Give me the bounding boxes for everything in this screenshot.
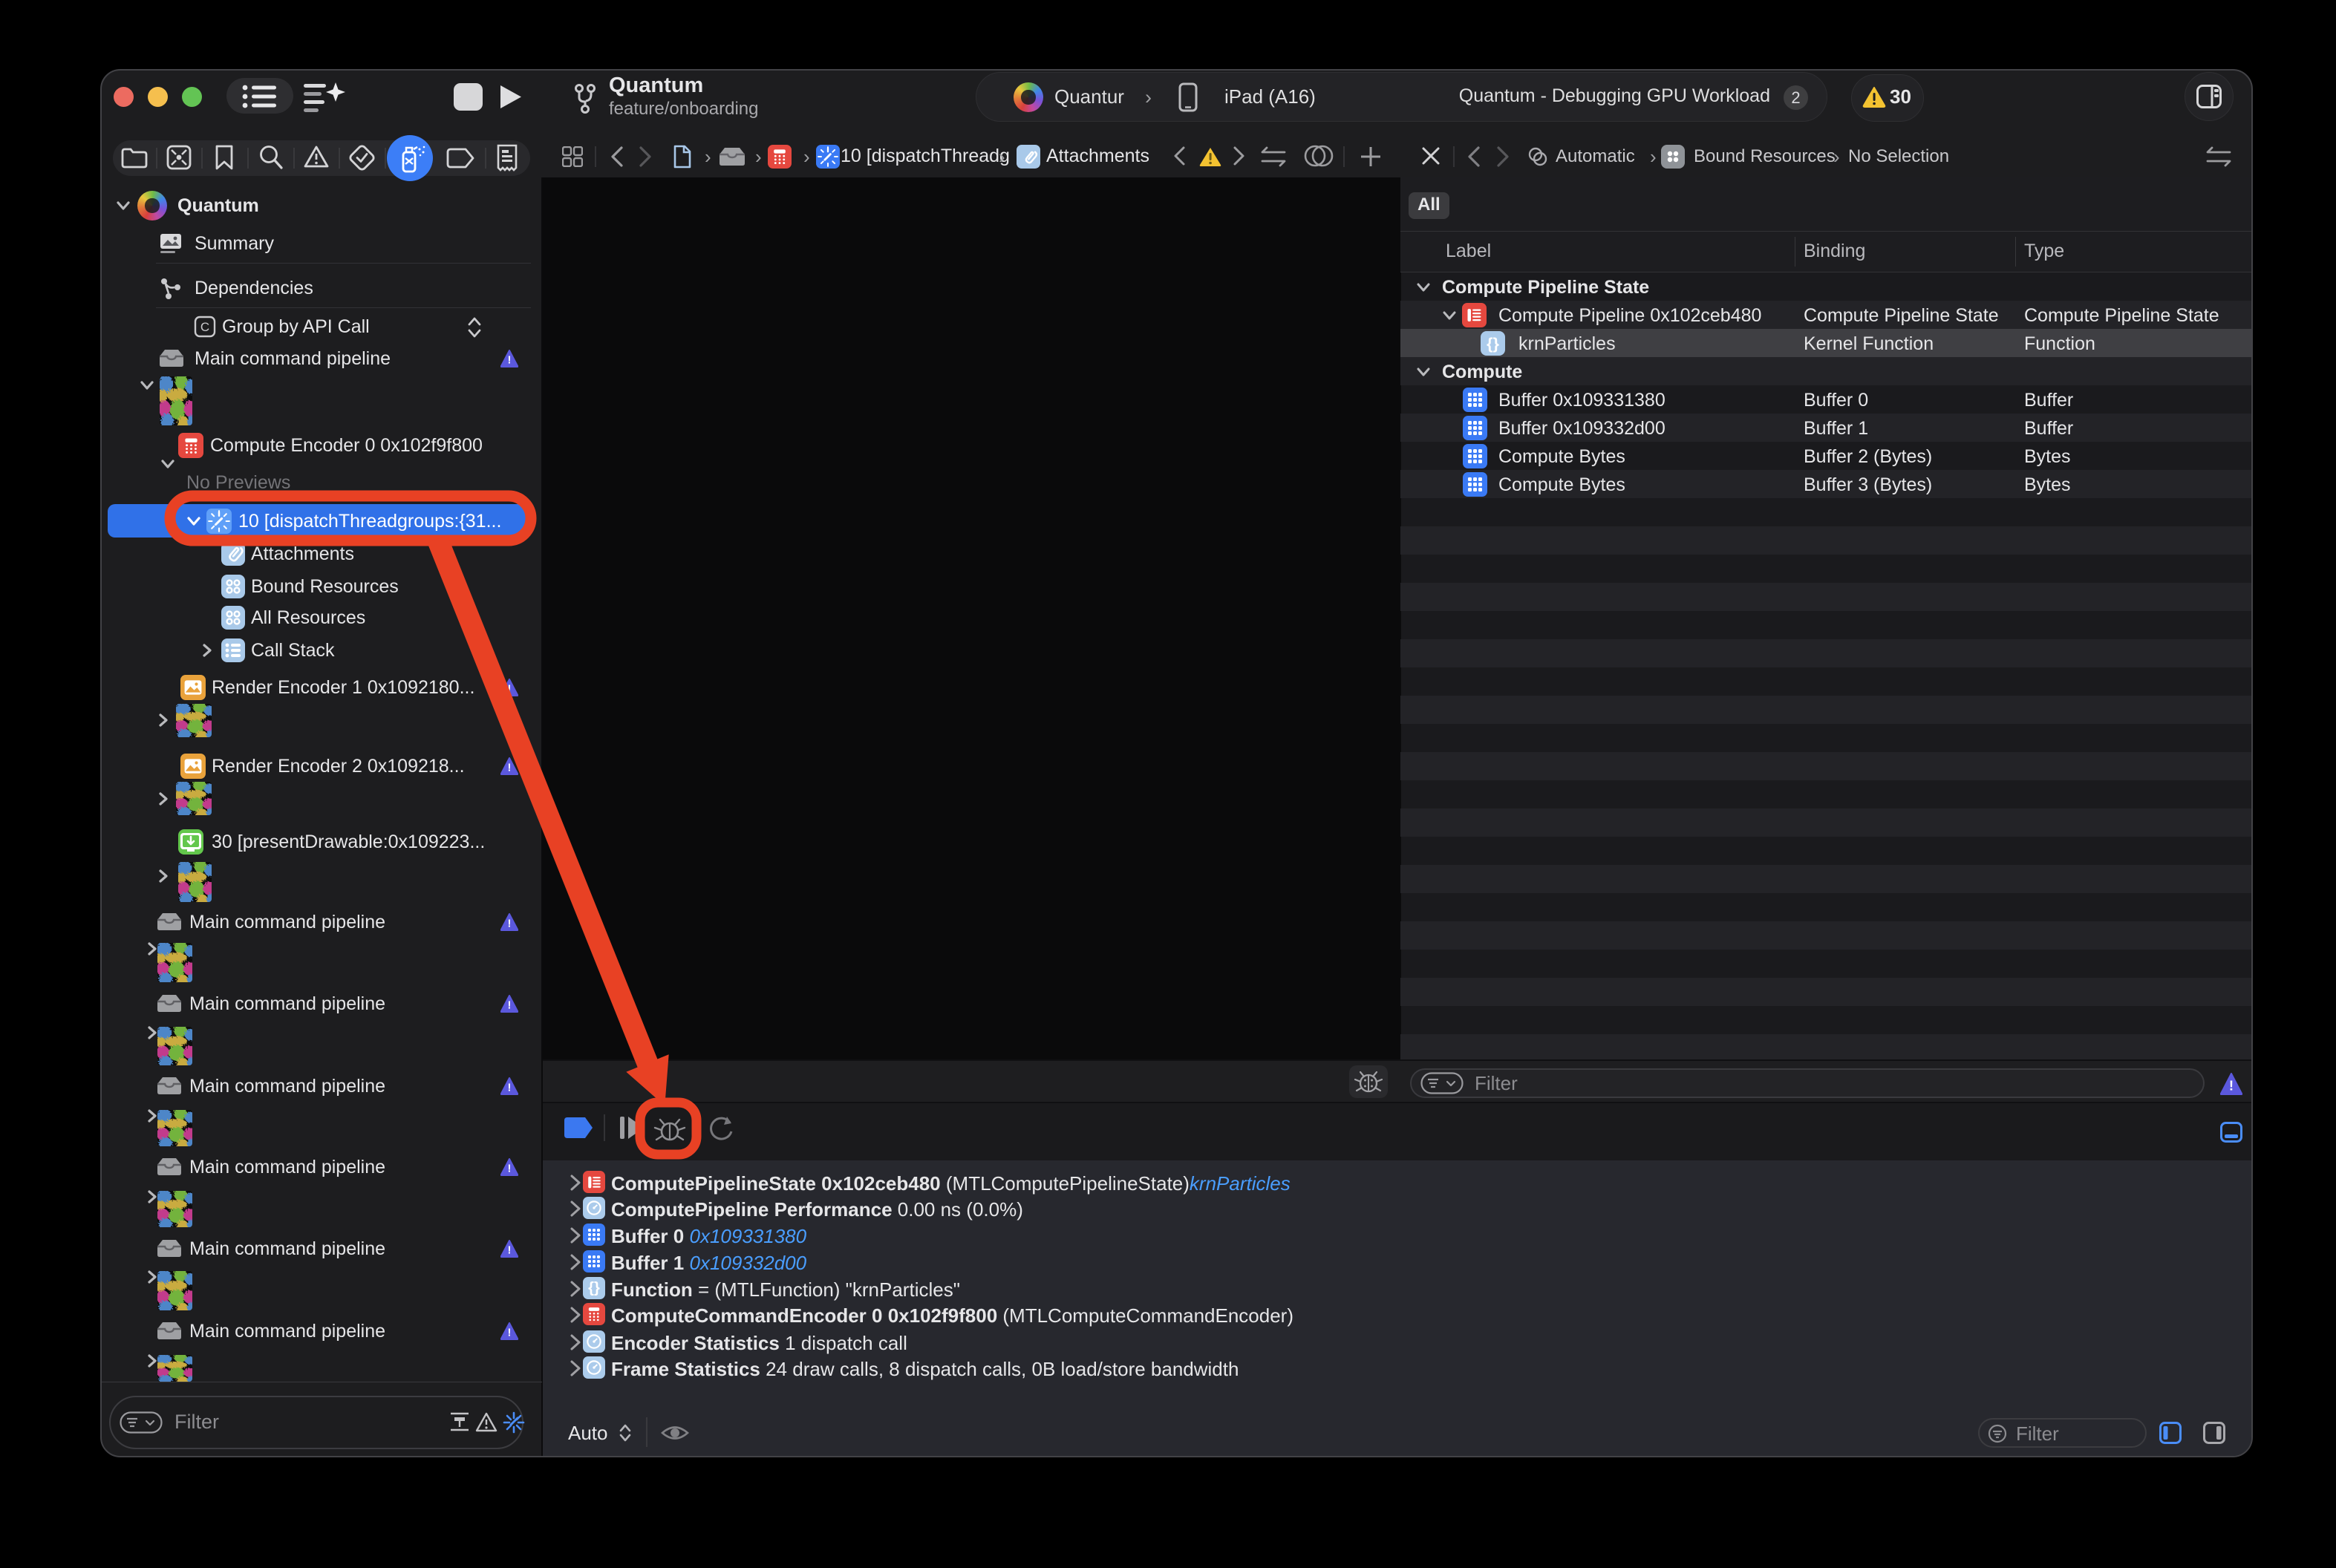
svg-text:!: ! — [508, 918, 512, 930]
svg-text:!: ! — [508, 684, 512, 696]
svg-text:C: C — [200, 320, 209, 334]
svg-text:!: ! — [508, 1000, 512, 1012]
svg-text:!: ! — [508, 1327, 512, 1339]
svg-text:!: ! — [508, 1082, 512, 1094]
svg-text:!: ! — [508, 1163, 512, 1175]
svg-text:!: ! — [508, 355, 512, 367]
svg-text:!: ! — [2229, 1077, 2234, 1093]
svg-text:!: ! — [508, 762, 512, 774]
svg-text:!: ! — [508, 1245, 512, 1257]
